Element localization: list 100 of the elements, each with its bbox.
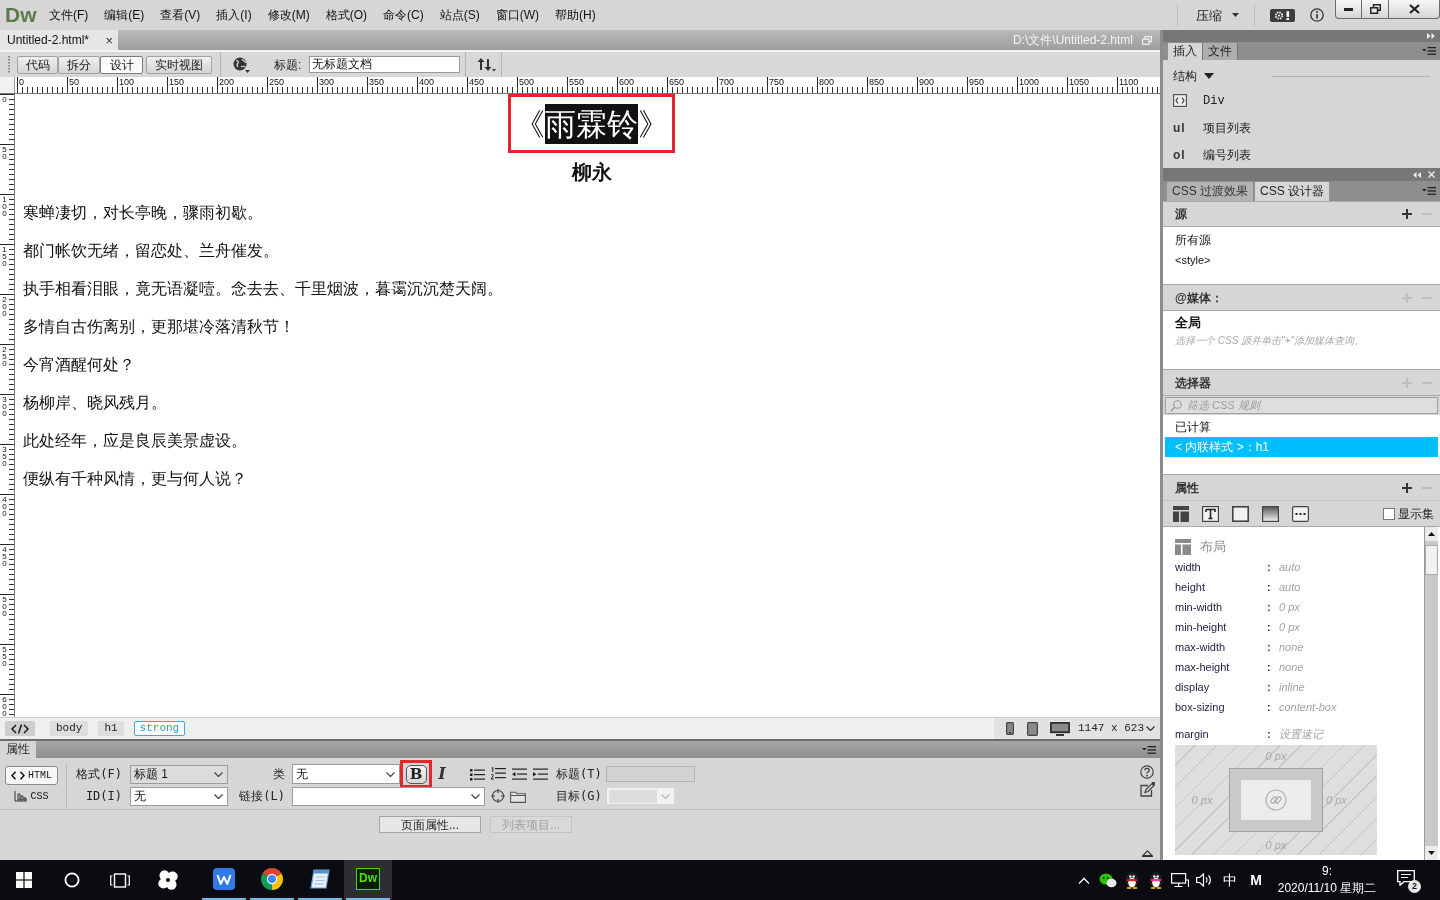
panel-tab[interactable]: 插入: [1168, 43, 1203, 60]
category-dropdown[interactable]: 结构: [1173, 67, 1197, 85]
menu-item[interactable]: 命令(C): [375, 4, 432, 26]
menu-item[interactable]: 文件(F): [41, 4, 97, 26]
gear-alert-icon[interactable]: [1270, 8, 1295, 22]
show-set-checkbox[interactable]: [1383, 507, 1395, 520]
app-tile[interactable]: Dw: [356, 868, 380, 890]
scroll-up-icon[interactable]: [1428, 532, 1435, 536]
view-tab[interactable]: 拆分: [58, 55, 100, 74]
indent-icon[interactable]: [533, 767, 548, 781]
chevron-up-icon[interactable]: [1078, 876, 1090, 884]
menu-item[interactable]: 窗口(W): [487, 4, 547, 26]
clock-date[interactable]: 2020/11/10 星期二: [1277, 880, 1377, 897]
crosshair-icon[interactable]: [491, 789, 505, 803]
scroll-down-icon[interactable]: [1428, 851, 1435, 855]
insert-item[interactable]: 项目列表: [1203, 118, 1251, 137]
folder-icon[interactable]: [510, 789, 526, 803]
panel-tab[interactable]: 属性: [0, 741, 36, 758]
link-field[interactable]: [292, 786, 485, 806]
panel-tab[interactable]: CSS 过渡效果: [1167, 182, 1253, 201]
sort-icon[interactable]: [477, 57, 497, 72]
penguin-icon[interactable]: [1125, 871, 1139, 889]
double-chevron-icon[interactable]: [1427, 33, 1435, 39]
source-item[interactable]: <style>: [1175, 252, 1211, 269]
menu-item[interactable]: 帮助(H): [547, 4, 604, 26]
gradient-swatch-icon[interactable]: [1262, 505, 1279, 522]
title-field[interactable]: 无标题文档: [309, 56, 461, 73]
panel-menu-icon[interactable]: [1142, 745, 1156, 754]
numbered-list-icon[interactable]: [491, 767, 506, 781]
outdent-icon[interactable]: [512, 767, 527, 781]
menu-item[interactable]: 编辑(E): [96, 4, 153, 26]
menu-item[interactable]: 格式(O): [317, 4, 375, 26]
insert-item[interactable]: Div: [1203, 91, 1225, 110]
phone-icon[interactable]: [1006, 722, 1014, 735]
help-icon[interactable]: [1140, 765, 1154, 779]
bold-button[interactable]: B: [405, 764, 427, 784]
task-view-icon[interactable]: [110, 872, 130, 888]
more-icon[interactable]: [1292, 505, 1309, 522]
menu-item[interactable]: 站点(S): [431, 4, 488, 26]
volume-icon[interactable]: [1195, 873, 1213, 887]
minimize-button[interactable]: [1335, 0, 1362, 19]
restore-button[interactable]: [1362, 0, 1389, 19]
expand-icon[interactable]: [1142, 850, 1153, 857]
menu-item[interactable]: 查看(V): [152, 4, 209, 26]
view-tab[interactable]: 实时视图: [146, 55, 212, 74]
circle-logo-icon[interactable]: [260, 867, 284, 891]
id-select[interactable]: 无: [130, 786, 228, 806]
panel-menu-icon[interactable]: [1422, 187, 1436, 195]
mode-button[interactable]: CSS: [5, 787, 58, 806]
tablet-icon[interactable]: [1027, 721, 1038, 736]
scrollbar-thumb[interactable]: [1425, 545, 1438, 575]
monitor-icon[interactable]: [1050, 721, 1070, 736]
add-icon[interactable]: [1402, 209, 1412, 219]
app-logo-icon[interactable]: [213, 868, 235, 890]
close-icon[interactable]: [1428, 171, 1435, 178]
format-select[interactable]: 标题 1: [130, 764, 228, 784]
mode-button[interactable]: HTML: [5, 766, 58, 785]
source-item[interactable]: 所有源: [1175, 230, 1211, 249]
class-select[interactable]: 无: [292, 764, 400, 784]
view-tab[interactable]: 代码: [17, 55, 58, 74]
ime-indicator[interactable]: 中: [1223, 869, 1237, 891]
menu-item[interactable]: 修改(M): [259, 4, 318, 26]
text-icon[interactable]: [1202, 505, 1219, 522]
close-tab-button[interactable]: ×: [105, 33, 113, 47]
penguin-icon[interactable]: [1149, 871, 1163, 889]
border-icon[interactable]: [1232, 505, 1249, 522]
clock-time[interactable]: 9:: [1322, 863, 1332, 880]
chat-bubbles-icon[interactable]: [1099, 872, 1117, 888]
network-icon[interactable]: [1171, 872, 1189, 888]
panel-tab[interactable]: 文件: [1203, 43, 1238, 60]
bullet-list-icon[interactable]: [470, 767, 485, 781]
windows-logo-icon[interactable]: [16, 872, 32, 888]
workspace-menu[interactable]: 压缩: [1196, 4, 1239, 26]
edit-icon[interactable]: [1140, 782, 1155, 797]
code-box-icon[interactable]: [1173, 94, 1187, 107]
close-button[interactable]: [1389, 0, 1440, 19]
tag-chip[interactable]: h1: [98, 721, 124, 736]
menu-item[interactable]: 插入(I): [208, 4, 260, 26]
italic-button[interactable]: I: [435, 764, 449, 784]
info-icon[interactable]: [1310, 8, 1324, 22]
view-tab[interactable]: 设计: [100, 55, 143, 74]
panel-tab[interactable]: CSS 设计器: [1255, 182, 1330, 201]
caret-icon[interactable]: [1204, 73, 1214, 79]
scrollbar[interactable]: [1424, 527, 1438, 860]
globe-icon[interactable]: [233, 56, 250, 73]
tag-chip[interactable]: body: [50, 721, 89, 736]
code-tag-button[interactable]: [5, 721, 35, 736]
input-mode-indicator[interactable]: M: [1250, 869, 1262, 891]
search-icon[interactable]: [64, 872, 80, 888]
panel-menu-icon[interactable]: [1422, 47, 1436, 55]
media-item[interactable]: 全局: [1175, 313, 1201, 333]
insert-item[interactable]: 编号列表: [1203, 145, 1251, 164]
notepad-icon[interactable]: [308, 868, 332, 890]
active-taskbar-button[interactable]: Dw: [344, 860, 392, 900]
layout-icon[interactable]: [1173, 505, 1189, 522]
page-properties-button[interactable]: 页面属性...: [379, 816, 481, 833]
add-icon[interactable]: [1402, 482, 1412, 493]
pinwheel-icon[interactable]: [157, 869, 179, 891]
document-tab[interactable]: Untitled-2.html* ×: [0, 30, 118, 50]
double-chevron-icon[interactable]: [1413, 171, 1421, 178]
